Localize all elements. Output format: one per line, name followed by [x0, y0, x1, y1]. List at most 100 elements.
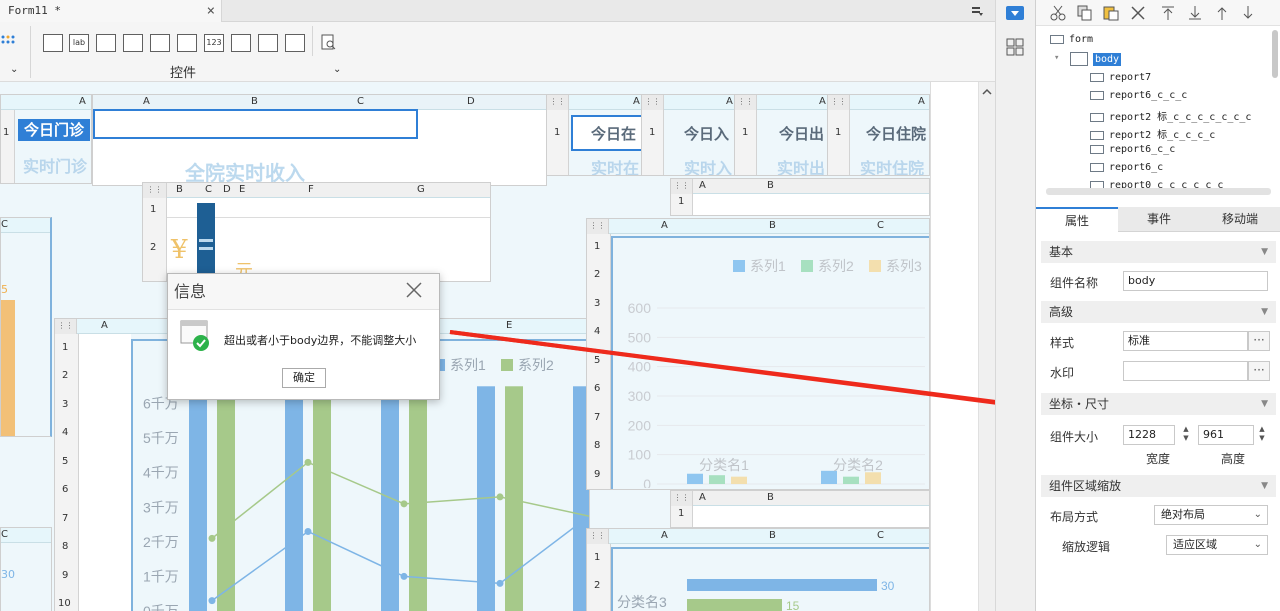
report-yuan[interactable]: B C D E F G ⋮⋮ 1 2 ¥ 元 — [142, 182, 491, 282]
today-visits-title[interactable]: 今日门诊 — [18, 119, 90, 141]
bar — [217, 386, 235, 611]
col-header: A B — [671, 179, 929, 194]
watermark-more-button[interactable]: ··· — [1248, 361, 1270, 381]
tree-item-form[interactable]: form — [1050, 34, 1093, 45]
scale-select[interactable]: 适应区域 ⌄ — [1166, 535, 1268, 555]
collapse-caret[interactable]: ⌄ — [10, 64, 18, 75]
tab-mobile[interactable]: 移动端 — [1199, 207, 1280, 232]
tree-item-body[interactable]: body — [1070, 52, 1122, 66]
section-basic[interactable]: 基本 ▼ — [1041, 241, 1276, 263]
row-header: 1 — [547, 110, 569, 175]
dots-icon[interactable] — [0, 34, 16, 48]
combobox-icon[interactable] — [123, 34, 143, 52]
list-icon[interactable] — [231, 34, 251, 52]
y-tick-label: 100 — [628, 447, 652, 463]
layout-icon[interactable] — [1006, 38, 1024, 56]
report-left-chart[interactable]: C 5 — [0, 217, 52, 437]
report-small-2[interactable]: A B ⋮⋮ 1 — [670, 490, 930, 528]
number-icon[interactable]: 123 — [204, 34, 224, 52]
tree-item[interactable]: report6_c — [1090, 162, 1163, 173]
tree-item[interactable]: report7 — [1090, 72, 1151, 83]
delete-icon[interactable] — [1130, 5, 1146, 21]
tree-hscrollbar[interactable] — [1046, 188, 1271, 195]
panel-tabs: 属性 事件 移动端 — [1036, 207, 1280, 232]
report-hbar-chart[interactable]: A B C ⋮⋮ 1 2 分类名3 30 15 — [586, 528, 930, 611]
tab-properties[interactable]: 属性 — [1036, 207, 1118, 232]
close-icon[interactable]: × — [207, 0, 215, 22]
collapse-icon[interactable]: ▼ — [1261, 393, 1268, 415]
line-point — [496, 493, 504, 501]
copy-icon[interactable] — [1077, 5, 1093, 21]
menu-dropdown-icon[interactable] — [970, 4, 984, 18]
move-top-icon[interactable] — [1160, 5, 1176, 21]
tree-item[interactable]: report6_c_c_c — [1090, 90, 1187, 101]
move-bottom-icon[interactable] — [1187, 5, 1203, 21]
toolbar: ⌄ lab 123 控件 ⌄ — [0, 22, 995, 82]
tree-item[interactable]: report6_c_c — [1090, 144, 1175, 155]
move-up-icon[interactable] — [1214, 5, 1230, 21]
dropdown-toggle-icon[interactable] — [1006, 6, 1024, 20]
section-advanced[interactable]: 高级 ▼ — [1041, 301, 1276, 323]
report-today-admit[interactable]: A ⋮⋮ 1 今日入 实时入 — [641, 94, 735, 176]
legend-swatch — [869, 260, 881, 272]
name-input[interactable]: body — [1123, 271, 1268, 291]
report-today-out[interactable]: A ⋮⋮ 1 今日出 实时出 — [734, 94, 828, 176]
radio-group-icon[interactable] — [258, 34, 278, 52]
grid-corner-icon: ⋮⋮ — [642, 95, 664, 110]
tree-scrollbar[interactable] — [1272, 30, 1278, 78]
height-input[interactable]: 961 — [1198, 425, 1254, 445]
tree-item[interactable]: report2 标_c_c_c_c_c_c_c — [1090, 108, 1251, 123]
style-more-button[interactable]: ··· — [1248, 331, 1270, 351]
left-chart-bar — [1, 300, 15, 436]
layout-select[interactable]: 绝对布局 ⌄ — [1154, 505, 1268, 525]
move-down-icon[interactable] — [1240, 5, 1256, 21]
textbox-icon[interactable] — [43, 34, 63, 52]
checkbox-group-icon[interactable] — [285, 34, 305, 52]
width-spinner[interactable]: ▲ ▼ — [1180, 425, 1192, 445]
grid-corner-icon: ⋮⋮ — [55, 319, 77, 334]
collapse-icon[interactable]: ▼ — [1261, 241, 1268, 263]
search-doc-icon[interactable] — [320, 34, 338, 52]
report-today-in[interactable]: A ⋮⋮ 1 今日在 实时在 — [546, 94, 642, 176]
tab-form11[interactable]: Form11 * × — [0, 0, 222, 22]
height-spinner[interactable]: ▲ ▼ — [1256, 425, 1268, 445]
section-zoom[interactable]: 组件区域缩放 ▼ — [1041, 475, 1276, 497]
watermark-input[interactable] — [1123, 361, 1248, 381]
tab-events[interactable]: 事件 — [1118, 207, 1200, 232]
textarea-icon[interactable] — [150, 34, 170, 52]
watermark-label: 水印 — [1050, 366, 1075, 380]
controls-collapse-caret[interactable]: ⌄ — [333, 64, 341, 75]
paste-icon[interactable] — [1103, 5, 1119, 21]
collapse-arrow-icon[interactable]: ▾ — [1054, 53, 1059, 63]
calendar-icon[interactable] — [177, 34, 197, 52]
selected-cell[interactable] — [93, 109, 418, 139]
collapse-icon[interactable]: ▼ — [1261, 475, 1268, 497]
success-icon — [180, 320, 209, 351]
cut-icon[interactable] — [1050, 5, 1066, 21]
hbar-chart: 分类名3 30 15 — [617, 579, 895, 611]
selected-column[interactable] — [197, 203, 215, 281]
style-input[interactable]: 标准 — [1123, 331, 1248, 351]
chevron-up-icon[interactable] — [982, 88, 992, 96]
report-today-inpatient[interactable]: A ⋮⋮ 1 今日住院 实时住院 — [827, 94, 930, 176]
report-hospital-income[interactable]: A B C D 全院实时收入 — [92, 94, 547, 186]
label-icon[interactable]: lab — [69, 34, 89, 52]
close-icon[interactable] — [405, 281, 423, 299]
realtime-out-label: 实时出 — [777, 159, 826, 176]
bar — [687, 599, 782, 611]
ok-button[interactable]: 确定 — [282, 368, 326, 388]
bar — [687, 579, 877, 591]
bar — [285, 386, 303, 611]
grid-corner-icon: ⋮⋮ — [828, 95, 850, 110]
section-coords[interactable]: 坐标・尺寸 ▼ — [1041, 393, 1276, 415]
form-icon — [1050, 34, 1064, 44]
collapse-icon[interactable]: ▼ — [1261, 301, 1268, 323]
tree-item[interactable]: report2 标_c_c_c_c — [1090, 126, 1215, 141]
button-icon[interactable] — [96, 34, 116, 52]
report-today-visits[interactable]: A 1 今日门诊 实时门诊 — [0, 94, 92, 184]
report-left-bottom[interactable]: C 30 — [0, 527, 52, 611]
today-inpatient-title: 今日住院 — [866, 125, 927, 143]
width-input[interactable]: 1228 — [1123, 425, 1175, 445]
report-small-1[interactable]: A B ⋮⋮ 1 — [670, 178, 930, 216]
col-header: A B C — [587, 219, 929, 234]
